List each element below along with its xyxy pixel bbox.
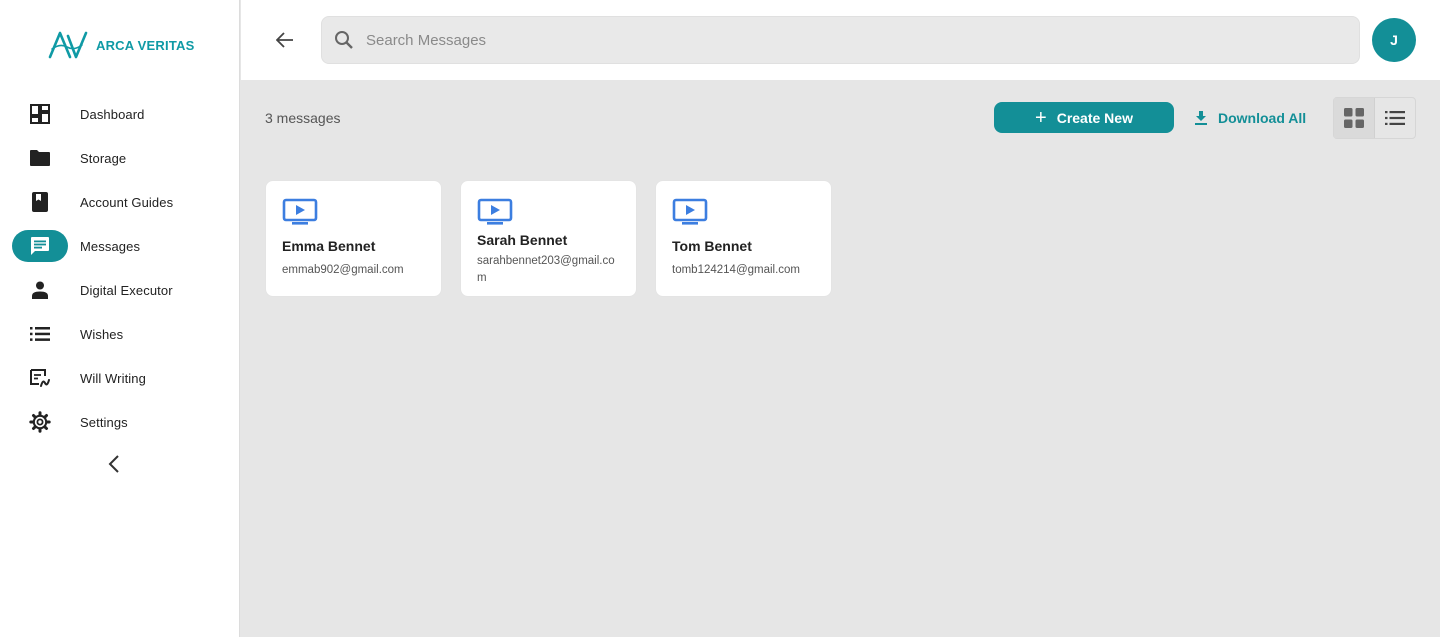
sidebar: ARCA VERITAS Dashboard Storage Account G… bbox=[0, 0, 240, 637]
dashboard-icon bbox=[12, 98, 68, 130]
arca-veritas-logo-icon bbox=[48, 31, 88, 59]
top-bar: J bbox=[241, 0, 1440, 80]
view-toggle bbox=[1333, 97, 1416, 139]
sidebar-item-settings[interactable]: Settings bbox=[12, 406, 232, 438]
download-all-label: Download All bbox=[1218, 109, 1307, 126]
sidebar-item-will-writing[interactable]: Will Writing bbox=[12, 362, 232, 394]
grid-icon bbox=[1343, 108, 1364, 128]
sidebar-item-wishes[interactable]: Wishes bbox=[12, 318, 232, 350]
brand-logo[interactable]: ARCA VERITAS bbox=[48, 30, 194, 60]
sidebar-item-digital-executor[interactable]: Digital Executor bbox=[12, 274, 232, 306]
grid-view-button[interactable] bbox=[1334, 98, 1375, 138]
gear-icon bbox=[12, 406, 68, 438]
video-icon bbox=[282, 198, 318, 225]
download-all-button[interactable]: Download All bbox=[1192, 102, 1306, 133]
chevron-left-icon bbox=[108, 455, 119, 473]
folder-icon bbox=[12, 142, 68, 174]
search-icon bbox=[332, 28, 356, 52]
person-icon bbox=[12, 274, 68, 306]
video-icon bbox=[477, 198, 513, 225]
sidebar-item-label: Will Writing bbox=[80, 370, 146, 386]
search-bar[interactable] bbox=[321, 16, 1360, 64]
collapse-sidebar-button[interactable] bbox=[102, 452, 126, 476]
create-new-label: Create New bbox=[1056, 109, 1133, 126]
sidebar-item-account-guides[interactable]: Account Guides bbox=[12, 186, 232, 218]
list-view-button[interactable] bbox=[1375, 98, 1416, 138]
sidebar-item-dashboard[interactable]: Dashboard bbox=[12, 98, 232, 130]
message-card[interactable]: Tom Bennet tomb124214@gmail.com bbox=[655, 180, 832, 297]
sidebar-item-label: Dashboard bbox=[80, 106, 145, 122]
brand-name: ARCA VERITAS bbox=[96, 37, 195, 53]
sidebar-item-label: Settings bbox=[80, 414, 128, 430]
message-recipient-email: sarahbennet203@gmail.com bbox=[477, 255, 615, 284]
message-recipient-name: Sarah Bennet bbox=[477, 232, 568, 248]
video-icon bbox=[672, 198, 708, 225]
message-recipient-email: tomb124214@gmail.com bbox=[672, 264, 801, 276]
sidebar-item-storage[interactable]: Storage bbox=[12, 142, 232, 174]
list-icon bbox=[12, 318, 68, 350]
message-recipient-name: Emma Bennet bbox=[282, 238, 376, 254]
create-new-button[interactable]: + Create New bbox=[994, 102, 1174, 133]
sidebar-item-label: Digital Executor bbox=[80, 282, 173, 298]
message-count: 3 messages bbox=[265, 110, 341, 126]
sidebar-item-label: Messages bbox=[80, 238, 141, 254]
sidebar-item-label: Account Guides bbox=[80, 194, 174, 210]
signature-icon bbox=[12, 362, 68, 394]
sidebar-item-label: Wishes bbox=[80, 326, 124, 342]
list-icon bbox=[1384, 111, 1405, 125]
back-button[interactable] bbox=[273, 28, 297, 52]
search-input[interactable] bbox=[366, 31, 1326, 49]
avatar[interactable]: J bbox=[1372, 18, 1416, 62]
download-icon bbox=[1192, 109, 1210, 127]
plus-icon: + bbox=[1035, 106, 1047, 129]
message-recipient-name: Tom Bennet bbox=[672, 238, 752, 254]
message-recipient-email: emmab902@gmail.com bbox=[282, 264, 404, 276]
message-card[interactable]: Sarah Bennet sarahbennet203@gmail.com bbox=[460, 180, 637, 297]
sidebar-item-messages[interactable]: Messages bbox=[12, 230, 232, 262]
message-card[interactable]: Emma Bennet emmab902@gmail.com bbox=[265, 180, 442, 297]
message-icon bbox=[12, 230, 68, 262]
sidebar-item-label: Storage bbox=[80, 150, 127, 166]
book-icon bbox=[12, 186, 68, 218]
arrow-left-icon bbox=[276, 32, 293, 48]
